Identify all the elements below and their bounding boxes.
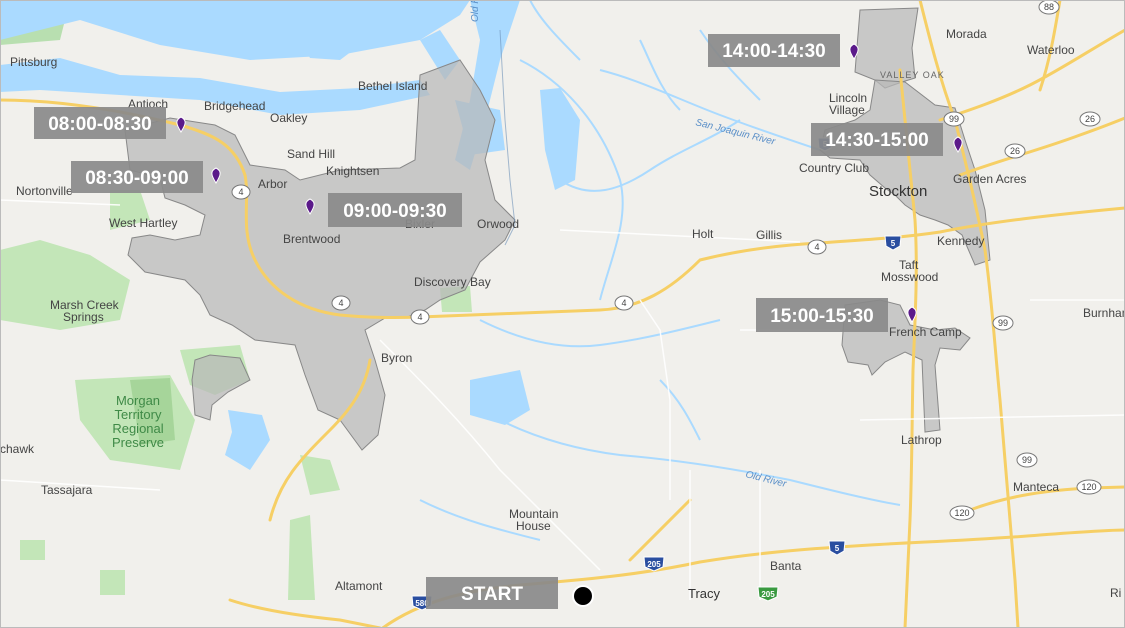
time-slot-label: 08:00-08:30	[34, 107, 166, 139]
svg-text:08:00-08:30: 08:00-08:30	[48, 114, 152, 135]
svg-text:120: 120	[1081, 482, 1096, 492]
svg-text:5: 5	[891, 239, 896, 248]
svg-text:START: START	[461, 584, 523, 605]
svg-text:09:00-09:30: 09:00-09:30	[343, 201, 447, 222]
time-slot-label: 15:00-15:30	[756, 298, 888, 332]
svg-text:4: 4	[814, 242, 819, 252]
svg-text:99: 99	[949, 114, 959, 124]
svg-text:205: 205	[761, 590, 775, 599]
label-manteca: Manteca	[1013, 480, 1059, 494]
label-bethel-island: Bethel Island	[358, 79, 427, 93]
label-byron: Byron	[381, 351, 412, 365]
label-holt: Holt	[692, 227, 714, 241]
label-morgan-territory-park: Morgan Territory Regional Preserve	[112, 393, 164, 450]
svg-text:120: 120	[954, 508, 969, 518]
label-tassajara: Tassajara	[41, 483, 93, 497]
map-canvas[interactable]: 4 4 4 4 4 26 26 99 99 99 88 120 120 5 5 …	[0, 0, 1125, 628]
start-marker[interactable]	[574, 587, 592, 605]
label-mosswood: Mosswood	[881, 270, 938, 284]
shield-26-b: 26	[1079, 111, 1101, 127]
label-french-camp: French Camp	[889, 325, 962, 339]
label-brentwood: Brentwood	[283, 232, 340, 246]
label-tracy: Tracy	[688, 586, 721, 601]
shield-88: 88	[1038, 0, 1060, 15]
svg-text:14:30-15:00: 14:30-15:00	[825, 130, 929, 151]
time-slot-label: 09:00-09:30	[328, 193, 462, 227]
shield-99-a: 99	[943, 111, 965, 127]
shield-120-b: 120	[949, 505, 975, 521]
label-bridgehead: Bridgehead	[204, 99, 265, 113]
svg-text:26: 26	[1085, 114, 1095, 124]
svg-text:Regional: Regional	[112, 421, 163, 436]
svg-text:14:00-14:30: 14:00-14:30	[722, 41, 826, 62]
label-chawk: chawk	[0, 442, 35, 456]
time-slot-label: 14:00-14:30	[708, 34, 840, 67]
svg-text:15:00-15:30: 15:00-15:30	[770, 306, 874, 327]
label-stockton: Stockton	[869, 183, 927, 200]
svg-text:99: 99	[998, 318, 1008, 328]
svg-text:99: 99	[1022, 455, 1032, 465]
label-pittsburg: Pittsburg	[10, 55, 57, 69]
label-country-club: Country Club	[799, 161, 869, 175]
label-lathrop: Lathrop	[901, 433, 942, 447]
label-altamont: Altamont	[335, 579, 383, 593]
shield-4-e: 4	[807, 239, 827, 255]
label-oakley: Oakley	[270, 111, 307, 125]
svg-text:5: 5	[835, 544, 840, 553]
shield-26-a: 26	[1004, 143, 1026, 159]
shield-4-a: 4	[231, 184, 251, 200]
label-village: Village	[829, 103, 865, 117]
label-waterloo: Waterloo	[1027, 43, 1075, 57]
label-house: House	[516, 519, 551, 533]
label-west-hartley: West Hartley	[109, 216, 177, 230]
label-ri: Ri	[1110, 586, 1121, 600]
svg-text:4: 4	[338, 298, 343, 308]
svg-text:Territory: Territory	[115, 407, 162, 422]
start-label: START	[426, 577, 558, 609]
label-old-ri: Old Ri	[470, 0, 481, 22]
svg-text:205: 205	[647, 560, 661, 569]
label-knightsen: Knightsen	[326, 164, 379, 178]
svg-text:4: 4	[621, 298, 626, 308]
label-valley-oak: VALLEY OAK	[880, 70, 945, 80]
label-garden-acres: Garden Acres	[953, 172, 1026, 186]
svg-text:88: 88	[1044, 2, 1054, 12]
label-springs: Springs	[63, 310, 104, 324]
time-slot-label: 14:30-15:00	[811, 123, 943, 156]
label-morada: Morada	[946, 27, 987, 41]
svg-text:Morgan: Morgan	[116, 393, 160, 408]
label-gillis: Gillis	[756, 228, 782, 242]
shield-99-b: 99	[992, 315, 1014, 331]
shield-4-c: 4	[410, 309, 430, 325]
label-arbor: Arbor	[258, 177, 287, 191]
label-banta: Banta	[770, 559, 802, 573]
label-orwood: Orwood	[477, 217, 519, 231]
shield-120-a: 120	[1076, 479, 1102, 495]
shield-4-d: 4	[614, 295, 634, 311]
shield-4-b: 4	[331, 295, 351, 311]
label-discovery-bay: Discovery Bay	[414, 275, 491, 289]
svg-text:26: 26	[1010, 146, 1020, 156]
svg-text:4: 4	[238, 187, 243, 197]
svg-text:4: 4	[417, 312, 422, 322]
shield-99-c: 99	[1016, 452, 1038, 468]
svg-text:08:30-09:00: 08:30-09:00	[85, 168, 189, 189]
label-sand-hill: Sand Hill	[287, 147, 335, 161]
label-nortonville: Nortonville	[16, 184, 73, 198]
time-slot-label: 08:30-09:00	[71, 161, 203, 193]
label-kennedy: Kennedy	[937, 234, 984, 248]
svg-text:Preserve: Preserve	[112, 435, 164, 450]
label-burnham: Burnhan	[1083, 306, 1125, 320]
